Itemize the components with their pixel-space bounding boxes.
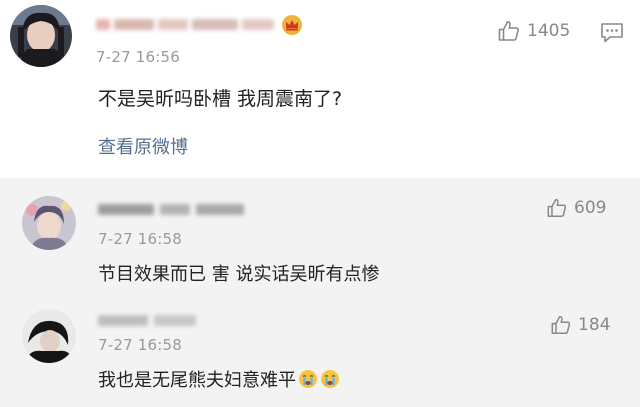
avatar[interactable] [10, 5, 72, 67]
avatar-image [10, 5, 72, 67]
avatar[interactable] [22, 196, 76, 250]
vip-crown-icon [281, 14, 303, 36]
thumbs-up-icon [498, 21, 519, 41]
reply-button[interactable] [600, 22, 624, 48]
reply-time: 7-27 16:58 [98, 230, 183, 248]
like-count: 184 [578, 315, 611, 335]
like-count: 1405 [527, 21, 571, 41]
username-blurred[interactable] [98, 201, 246, 217]
comment-time: 7-27 16:56 [96, 48, 181, 66]
like-button[interactable]: 1405 [497, 19, 570, 43]
replies-section: 7-27 16:58 609 节目效果而已 害 说实话吴昕有点惨 7-27 16… [0, 178, 640, 407]
like-count: 609 [574, 198, 607, 218]
reply-text: 节目效果而已 害 说实话吴昕有点惨 [98, 264, 380, 285]
thumbs-up-icon [547, 198, 567, 217]
view-original-weibo-link[interactable]: 查看原微博 [98, 133, 188, 159]
crying-face-emoji-icon [299, 370, 317, 388]
reply-text: 我也是无尾熊夫妇意难平 [98, 370, 296, 391]
like-button[interactable]: 609 [546, 197, 606, 219]
crying-face-emoji-icon [321, 370, 339, 388]
avatar-image [22, 196, 76, 250]
main-comment: 7-27 16:56 1405 不是吴昕吗卧槽 我周震南了? 查看原微博 [0, 0, 640, 178]
thumbs-up-icon [551, 315, 571, 334]
username-blurred[interactable] [98, 312, 198, 328]
comment-text: 不是吴昕吗卧槽 我周震南了? [98, 88, 343, 110]
avatar[interactable] [22, 309, 76, 363]
reply-time: 7-27 16:58 [98, 336, 183, 354]
comment-icon [601, 23, 623, 43]
avatar-image [22, 309, 76, 363]
username-blurred[interactable] [96, 16, 276, 32]
reply-text-container: 我也是无尾熊夫妇意难平 [98, 366, 340, 392]
like-button[interactable]: 184 [550, 314, 610, 336]
